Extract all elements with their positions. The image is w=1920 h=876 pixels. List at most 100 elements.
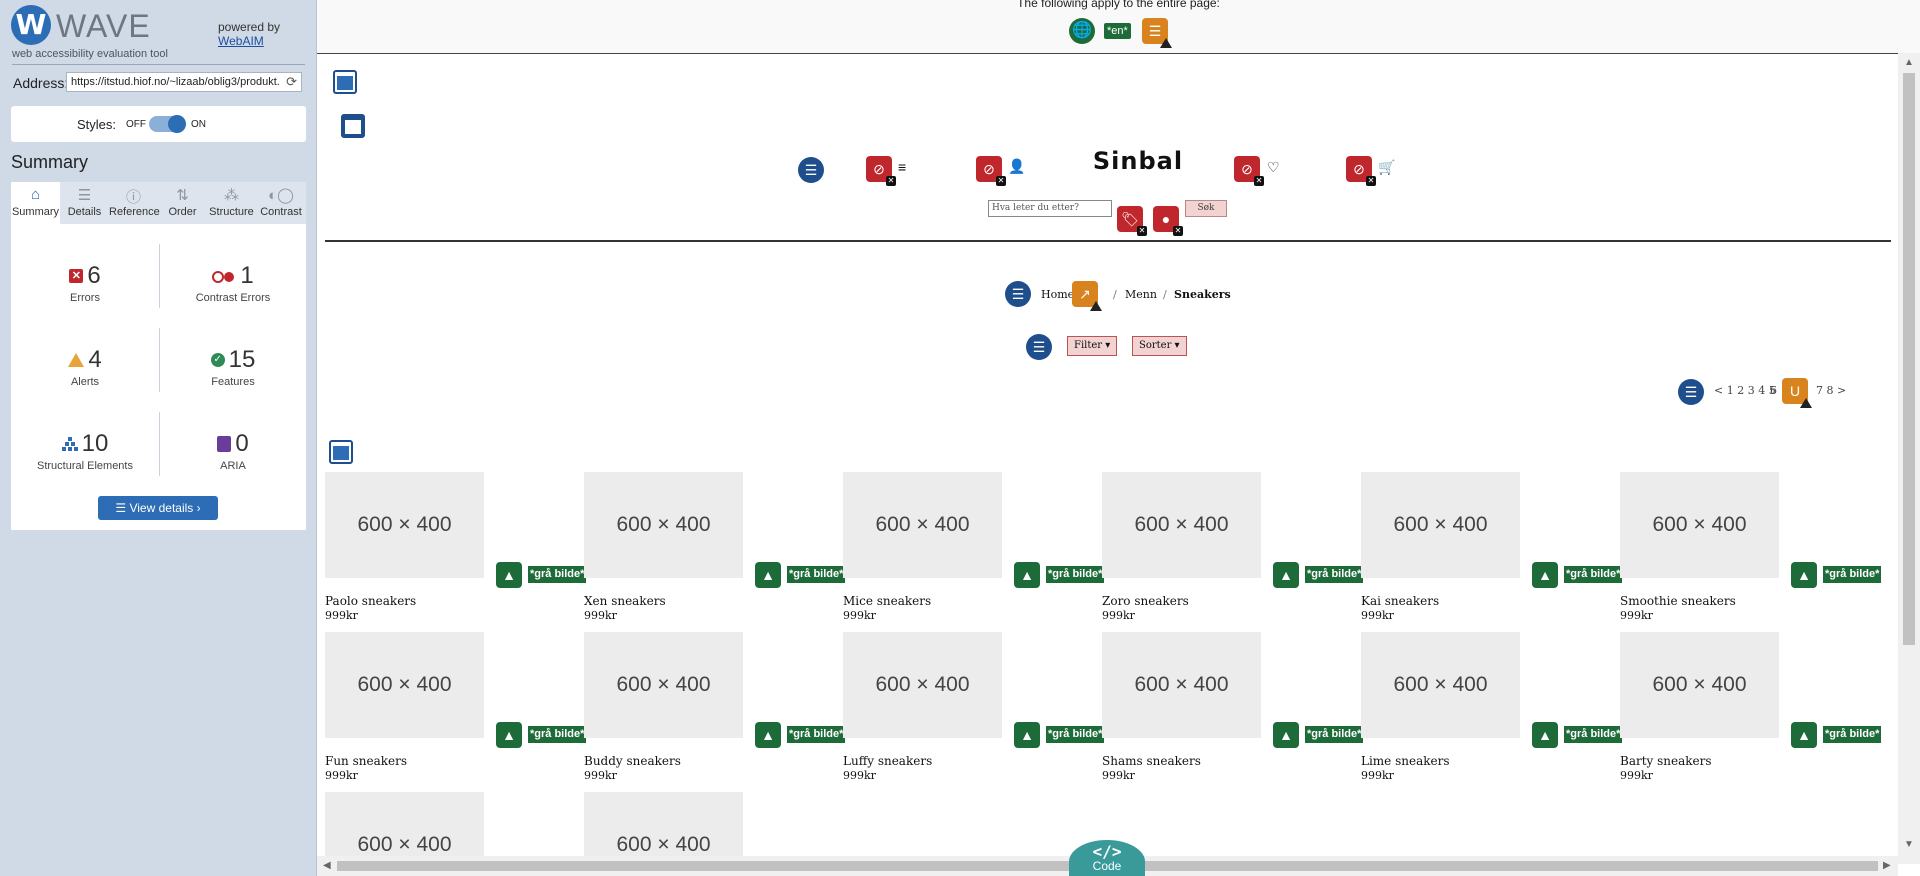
product-name[interactable]: Zoro sneakers bbox=[1102, 594, 1189, 608]
image-icon[interactable]: ▲ bbox=[1273, 562, 1299, 588]
broken-link-icon[interactable]: ⊘ ✕ bbox=[1234, 156, 1264, 186]
address-value[interactable]: https://itstud.hiof.no/~lizaab/oblig3/pr… bbox=[71, 76, 283, 88]
product-image[interactable]: 600 × 400 bbox=[1361, 472, 1520, 578]
product-image[interactable]: 600 × 400 bbox=[584, 632, 743, 738]
main-region-icon[interactable] bbox=[329, 440, 353, 464]
image-icon[interactable]: ▲ bbox=[1273, 722, 1299, 748]
view-details-button[interactable]: ☰ View details › bbox=[98, 496, 218, 520]
product-image[interactable]: 600 × 400 bbox=[1102, 472, 1261, 578]
scroll-up-icon[interactable]: ▲ bbox=[1904, 57, 1914, 68]
tab-reference[interactable]: ⓘ Reference bbox=[109, 182, 160, 224]
search-button[interactable]: Søk bbox=[1185, 200, 1227, 217]
alt-text-tag[interactable]: *grå bilde* bbox=[1305, 726, 1364, 743]
broken-link-icon[interactable]: ⊘ ✕ bbox=[1346, 156, 1376, 186]
vertical-scrollbar[interactable]: ▲ ▼ bbox=[1898, 53, 1920, 864]
image-icon[interactable]: ▲ bbox=[1014, 722, 1040, 748]
sort-button[interactable]: Sorter ▾ bbox=[1132, 336, 1187, 356]
redundant-link-alert-icon[interactable]: ↗ bbox=[1072, 281, 1102, 311]
product-image[interactable]: 600 × 400 bbox=[1620, 472, 1779, 578]
alert-doc-icon[interactable]: ☰ bbox=[1142, 18, 1172, 48]
alt-text-tag[interactable]: *grå bilde* bbox=[1564, 566, 1623, 583]
tab-order[interactable]: ⇅ Order bbox=[158, 182, 207, 224]
image-icon[interactable]: ▲ bbox=[1532, 722, 1558, 748]
alerts-stat[interactable]: 4 Alerts bbox=[15, 346, 155, 388]
product-image[interactable]: 600 × 400 bbox=[325, 472, 484, 578]
scroll-down-icon[interactable]: ▼ bbox=[1904, 839, 1914, 850]
styles-toggle[interactable] bbox=[149, 115, 186, 133]
tab-structure[interactable]: ⁂ Structure bbox=[207, 182, 256, 224]
broken-link-icon[interactable]: ⊘ ✕ bbox=[976, 156, 1006, 186]
alt-text-tag[interactable]: *grå bilde* bbox=[528, 566, 587, 583]
nav-region-icon[interactable] bbox=[341, 114, 365, 138]
product-name[interactable]: Paolo sneakers bbox=[325, 594, 416, 608]
language-icon[interactable]: 🌐 bbox=[1069, 18, 1095, 44]
product-name[interactable]: Barty sneakers bbox=[1620, 754, 1712, 768]
list-icon[interactable]: ☰ bbox=[1678, 379, 1704, 405]
product-name[interactable]: Xen sneakers bbox=[584, 594, 666, 608]
alt-text-tag[interactable]: *grå bilde* bbox=[1823, 566, 1882, 583]
webaim-link[interactable]: WebAIM bbox=[218, 34, 264, 48]
product-name[interactable]: Luffy sneakers bbox=[843, 754, 932, 768]
search-input[interactable]: Hva leter du etter? bbox=[988, 200, 1112, 217]
alt-text-tag[interactable]: *grå bilde* bbox=[1564, 726, 1623, 743]
breadcrumb-menn[interactable]: Menn bbox=[1125, 288, 1157, 301]
filter-button[interactable]: Filter ▾ bbox=[1067, 336, 1118, 356]
breadcrumb-home[interactable]: Home bbox=[1041, 288, 1074, 301]
scroll-thumb[interactable] bbox=[1903, 73, 1915, 645]
lang-badge[interactable]: *en* bbox=[1104, 23, 1131, 39]
scroll-right-icon[interactable]: ▶ bbox=[1883, 860, 1891, 871]
product-name[interactable]: Fun sneakers bbox=[325, 754, 407, 768]
image-icon[interactable]: ▲ bbox=[755, 722, 781, 748]
product-name[interactable]: Lime sneakers bbox=[1361, 754, 1450, 768]
aria-stat[interactable]: 0 ARIA bbox=[163, 430, 303, 472]
features-stat[interactable]: ✓ 15 Features bbox=[163, 346, 303, 388]
address-field[interactable]: https://itstud.hiof.no/~lizaab/oblig3/pr… bbox=[66, 72, 302, 92]
pager-current[interactable]: 6 bbox=[1770, 384, 1777, 397]
image-icon[interactable]: ▲ bbox=[1014, 562, 1040, 588]
list-icon[interactable]: ☰ bbox=[798, 157, 824, 183]
product-name[interactable]: Buddy sneakers bbox=[584, 754, 681, 768]
scroll-left-icon[interactable]: ◀ bbox=[323, 860, 331, 871]
product-image[interactable]: 600 × 400 bbox=[1361, 632, 1520, 738]
alt-text-tag[interactable]: *grå bilde* bbox=[1046, 566, 1105, 583]
alt-text-tag[interactable]: *grå bilde* bbox=[787, 566, 846, 583]
list-icon[interactable]: ☰ bbox=[1026, 334, 1052, 360]
cart-icon[interactable]: 🛒 bbox=[1378, 159, 1395, 176]
contrast-errors-stat[interactable]: 1 Contrast Errors bbox=[163, 262, 303, 304]
reload-icon[interactable]: ⟳ bbox=[286, 74, 297, 90]
product-name[interactable]: Shams sneakers bbox=[1102, 754, 1201, 768]
product-image[interactable]: 600 × 400 bbox=[1102, 632, 1261, 738]
alt-text-tag[interactable]: *grå bilde* bbox=[1305, 566, 1364, 583]
alt-text-tag[interactable]: *grå bilde* bbox=[787, 726, 846, 743]
code-panel-tab[interactable]: </> Code bbox=[1069, 840, 1145, 876]
product-name[interactable]: Mice sneakers bbox=[843, 594, 931, 608]
image-icon[interactable]: ▲ bbox=[496, 722, 522, 748]
toggle-knob[interactable] bbox=[168, 115, 186, 133]
image-icon[interactable]: ▲ bbox=[755, 562, 781, 588]
alt-text-tag[interactable]: *grå bilde* bbox=[1046, 726, 1105, 743]
pager-next[interactable]: 7 8 > bbox=[1816, 384, 1846, 397]
errors-stat[interactable]: ✕ 6 Errors bbox=[15, 262, 155, 304]
image-icon[interactable]: ▲ bbox=[496, 562, 522, 588]
site-logo[interactable]: Sinbal bbox=[1083, 147, 1193, 175]
tab-contrast[interactable]: ◐◯ Contrast bbox=[256, 182, 306, 224]
product-image[interactable]: 600 × 400 bbox=[843, 632, 1002, 738]
product-image[interactable]: 600 × 400 bbox=[584, 472, 743, 578]
list-icon[interactable]: ☰ bbox=[1005, 281, 1031, 307]
image-icon[interactable]: ▲ bbox=[1791, 562, 1817, 588]
underline-alert-icon[interactable]: U bbox=[1782, 378, 1812, 408]
tab-details[interactable]: ☰ Details bbox=[60, 182, 109, 224]
tab-summary[interactable]: ⌂ Summary bbox=[11, 182, 60, 224]
alt-text-tag[interactable]: *grå bilde* bbox=[1823, 726, 1882, 743]
missing-label-icon[interactable]: 🏷 ✕ bbox=[1117, 206, 1147, 236]
user-icon[interactable]: 👤 bbox=[1008, 158, 1025, 175]
product-image[interactable]: 600 × 400 bbox=[843, 472, 1002, 578]
product-image[interactable]: 600 × 400 bbox=[1620, 632, 1779, 738]
image-icon[interactable]: ▲ bbox=[1532, 562, 1558, 588]
broken-link-icon[interactable]: ⊘ ✕ bbox=[866, 156, 896, 186]
structural-stat[interactable]: 10 Structural Elements bbox=[15, 430, 155, 472]
alt-text-tag[interactable]: *grå bilde* bbox=[528, 726, 587, 743]
empty-button-icon[interactable]: ● ✕ bbox=[1153, 206, 1183, 236]
menu-icon[interactable]: ≡ bbox=[898, 159, 906, 175]
pager-previous[interactable]: < 1 2 3 4 5 bbox=[1714, 384, 1776, 397]
